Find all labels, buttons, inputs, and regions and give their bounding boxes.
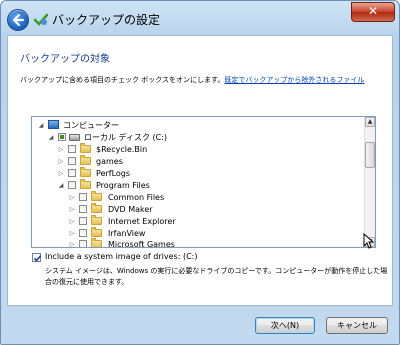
tree-checkbox[interactable] xyxy=(79,240,87,247)
mouse-cursor-icon xyxy=(363,233,375,249)
tree-checkbox[interactable] xyxy=(79,193,87,201)
close-icon: ✕ xyxy=(367,4,379,18)
folder-icon xyxy=(91,215,102,225)
next-button[interactable]: 次へ(N) xyxy=(255,317,315,334)
system-image-label[interactable]: Include a system image of drives: (C:) xyxy=(45,252,197,261)
expand-arrow-icon[interactable]: ▷ xyxy=(57,168,65,179)
dialog-footer: 次へ(N) キャンセル xyxy=(7,308,393,340)
tree-item-label: games xyxy=(96,157,123,166)
drive-icon xyxy=(69,134,80,141)
tree-checkbox[interactable] xyxy=(79,205,87,213)
instructions-text: バックアップに含める項目のチェック ボックスをオンにします。既定でバックアップか… xyxy=(20,75,364,85)
scroll-thumb[interactable] xyxy=(365,142,375,168)
folder-icon xyxy=(80,155,91,165)
tree-item-label: ローカル ディスク (C:) xyxy=(84,133,168,142)
collapse-arrow-icon[interactable]: ◢ xyxy=(47,132,55,143)
tree-checkbox[interactable] xyxy=(68,157,76,165)
tree-item-label: Internet Explorer xyxy=(108,217,176,226)
expand-arrow-icon[interactable]: ▷ xyxy=(68,228,76,239)
cancel-button[interactable]: キャンセル xyxy=(326,317,388,334)
tree-checkbox[interactable] xyxy=(79,217,87,225)
folder-icon xyxy=(80,167,91,177)
folder-icon xyxy=(80,143,91,153)
folder-icon xyxy=(91,227,102,237)
scroll-up-button[interactable]: ▲ xyxy=(365,117,375,127)
tree-item-label: コンピューター xyxy=(63,121,119,130)
tree-item-label: DVD Maker xyxy=(108,205,153,214)
computer-icon xyxy=(48,120,59,129)
excluded-files-link[interactable]: 既定でバックアップから除外されるファイル xyxy=(224,76,364,84)
window-title: バックアップの設定 xyxy=(52,13,161,27)
folder-icon xyxy=(91,238,102,247)
tree-checkbox[interactable] xyxy=(68,181,76,189)
expand-arrow-icon[interactable]: ▷ xyxy=(68,216,76,227)
back-button[interactable] xyxy=(7,9,29,31)
backup-settings-window: バックアップの設定 ✕ バックアップの対象 バックアップに含める項目のチェック … xyxy=(0,0,400,345)
close-button[interactable]: ✕ xyxy=(351,2,395,22)
tree-scrollbar[interactable]: ▲ ▼ xyxy=(364,117,375,247)
collapse-arrow-icon[interactable]: ◢ xyxy=(37,120,45,131)
back-arrow-icon xyxy=(12,13,25,27)
folder-icon xyxy=(91,191,102,201)
expand-arrow-icon[interactable]: ▷ xyxy=(68,204,76,215)
title-bar: バックアップの設定 ✕ xyxy=(1,1,399,35)
system-image-description: システム イメージは、Windows の実行に必要なドライブのコピーです。コンピ… xyxy=(45,267,388,286)
tree-checkbox[interactable] xyxy=(79,229,87,237)
tree-item-label: Common Files xyxy=(108,193,165,202)
folder-tree[interactable]: ◢ コンピューター ◢ ローカル ディスク (C:) ▷ $Recycle.Bi… xyxy=(31,116,376,248)
expand-arrow-icon[interactable]: ▷ xyxy=(57,144,65,155)
checkmark-icon xyxy=(33,255,42,262)
page-heading: バックアップの対象 xyxy=(20,54,110,65)
collapse-arrow-icon[interactable]: ◢ xyxy=(57,180,65,191)
tree-item-label: IrfanView xyxy=(108,229,146,238)
tree-item-label: Microsoft Games xyxy=(108,240,175,248)
folder-icon xyxy=(91,203,102,213)
expand-arrow-icon[interactable]: ▷ xyxy=(57,156,65,167)
tree-item-label: PerfLogs xyxy=(96,169,131,178)
tree-checkbox[interactable] xyxy=(68,145,76,153)
folder-icon xyxy=(80,179,91,189)
tree-item-label: Program Files xyxy=(96,181,150,190)
system-image-checkbox[interactable] xyxy=(32,253,42,262)
tree-item-label: $Recycle.Bin xyxy=(96,145,148,154)
expand-arrow-icon[interactable]: ▷ xyxy=(68,192,76,203)
content-panel: バックアップの対象 バックアップに含める項目のチェック ボックスをオンにします。… xyxy=(7,35,393,306)
expand-arrow-icon[interactable]: ▷ xyxy=(68,239,76,247)
backup-app-icon xyxy=(34,13,48,26)
instructions-prefix: バックアップに含める項目のチェック ボックスをオンにします。 xyxy=(20,76,225,84)
tree-checkbox[interactable] xyxy=(58,133,66,141)
tree-checkbox[interactable] xyxy=(68,169,76,177)
